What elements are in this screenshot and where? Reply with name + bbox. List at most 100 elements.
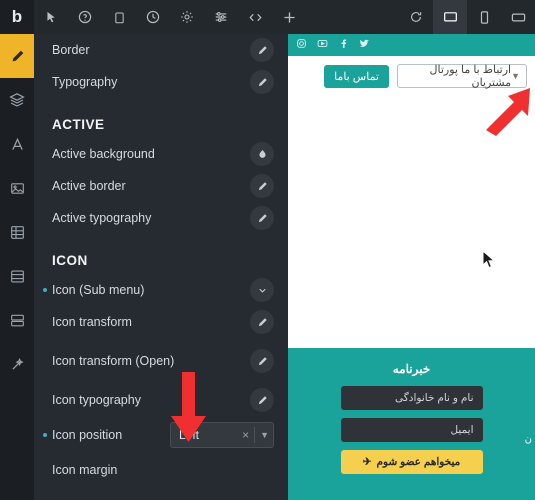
setting-row-typography[interactable]: Typography bbox=[34, 66, 288, 98]
email-placeholder: ایمیل bbox=[450, 424, 474, 436]
footer-icon bbox=[10, 270, 24, 283]
settings-panel[interactable]: Border Typography ACTIVE Active backgrou… bbox=[34, 34, 288, 500]
gear-icon bbox=[181, 11, 193, 23]
contact-button[interactable]: تماس باما bbox=[324, 64, 389, 88]
refresh-tool[interactable] bbox=[399, 0, 433, 34]
facebook-icon[interactable] bbox=[338, 36, 349, 54]
magic-wand-icon bbox=[11, 357, 24, 370]
plus-icon bbox=[283, 11, 295, 23]
newsletter-submit-label: میخواهم عضو شوم bbox=[376, 456, 461, 468]
clipboard-icon bbox=[114, 12, 124, 23]
image-tool[interactable] bbox=[0, 166, 34, 210]
modified-indicator-dot bbox=[43, 433, 47, 437]
preview-side-text: ن bbox=[524, 434, 532, 445]
pencil-icon[interactable] bbox=[250, 174, 274, 198]
cursor-select-tool[interactable] bbox=[34, 0, 68, 34]
setting-row-border[interactable]: Border bbox=[34, 34, 288, 66]
clear-icon[interactable]: × bbox=[237, 428, 254, 442]
droplet-icon[interactable] bbox=[250, 142, 274, 166]
setting-row-icon-transform[interactable]: Icon transform bbox=[34, 306, 288, 338]
newsletter-submit-button[interactable]: میخواهم عضو شوم ✈ bbox=[340, 450, 483, 474]
setting-row-icon-transform-open[interactable]: Icon transform (Open) bbox=[34, 338, 288, 384]
menu-select[interactable]: ▼ ارتباط با ما پورتال مشتریان bbox=[397, 64, 527, 89]
setting-row-active-background[interactable]: Active background bbox=[34, 138, 288, 170]
add-tool[interactable] bbox=[272, 0, 306, 34]
chevron-down-icon[interactable]: ▼ bbox=[255, 430, 269, 440]
section-header-icon: ICON bbox=[52, 253, 88, 268]
setting-row-active-typography[interactable]: Active typography bbox=[34, 202, 288, 234]
effects-tool[interactable] bbox=[0, 342, 34, 386]
preview-social-bar bbox=[288, 34, 535, 56]
pointer-icon bbox=[46, 11, 55, 22]
gallery-icon bbox=[10, 314, 24, 326]
image-icon bbox=[10, 182, 24, 194]
fullname-field[interactable]: نام و نام خانوادگی bbox=[340, 386, 483, 410]
setting-row-icon-margin[interactable]: Icon margin bbox=[34, 454, 288, 486]
instagram-icon[interactable] bbox=[296, 36, 307, 54]
edit-tool[interactable] bbox=[0, 34, 34, 78]
pencil-icon[interactable] bbox=[250, 70, 274, 94]
sliders-icon bbox=[215, 12, 227, 22]
letter-a-icon bbox=[11, 137, 23, 150]
row-label: Icon position bbox=[52, 427, 123, 442]
setting-row-icon-position[interactable]: Icon position Left × ▼ bbox=[34, 416, 288, 454]
footer-tool[interactable] bbox=[0, 254, 34, 298]
mobile-view[interactable] bbox=[467, 0, 501, 34]
adjust-tool[interactable] bbox=[204, 0, 238, 34]
layers-icon bbox=[9, 93, 25, 107]
chevron-down-icon: ▼ bbox=[511, 71, 520, 81]
setting-row-active-border[interactable]: Active border bbox=[34, 170, 288, 202]
setting-row-icon-typography[interactable]: Icon typography bbox=[34, 384, 288, 416]
history-tool[interactable] bbox=[136, 0, 170, 34]
row-label: Active typography bbox=[52, 210, 152, 225]
email-field[interactable]: ایمیل bbox=[340, 418, 483, 442]
row-label: Icon (Sub menu) bbox=[52, 282, 145, 297]
setting-row-icon-submenu[interactable]: Icon (Sub menu) bbox=[34, 274, 288, 306]
code-tool[interactable] bbox=[238, 0, 272, 34]
pencil-icon[interactable] bbox=[250, 310, 274, 334]
send-icon: ✈ bbox=[362, 456, 372, 468]
top-toolbar: b bbox=[0, 0, 535, 34]
clock-icon bbox=[146, 10, 160, 24]
tablet-landscape-view[interactable] bbox=[501, 0, 535, 34]
app-logo[interactable]: b bbox=[0, 0, 34, 34]
layers-tool[interactable] bbox=[0, 78, 34, 122]
row-label: Icon margin bbox=[52, 462, 118, 477]
modified-indicator-dot bbox=[43, 288, 47, 292]
mobile-icon bbox=[480, 10, 488, 24]
row-label: Border bbox=[52, 42, 90, 57]
fullname-placeholder: نام و نام خانوادگی bbox=[395, 392, 474, 404]
chevron-down-icon[interactable] bbox=[250, 278, 274, 302]
grid-icon bbox=[10, 225, 24, 239]
pencil-icon[interactable] bbox=[250, 388, 274, 412]
section-header-active: ACTIVE bbox=[52, 117, 105, 132]
code-icon bbox=[248, 13, 262, 21]
pencil-icon[interactable] bbox=[250, 206, 274, 230]
twitter-icon[interactable] bbox=[359, 36, 370, 54]
desktop-view[interactable] bbox=[433, 0, 467, 34]
typography-tool[interactable] bbox=[0, 122, 34, 166]
newsletter-title: خبرنامه bbox=[392, 362, 431, 376]
clipboard-tool[interactable] bbox=[102, 0, 136, 34]
settings-tool[interactable] bbox=[170, 0, 204, 34]
row-label: Icon typography bbox=[52, 392, 141, 407]
row-label: Active background bbox=[52, 146, 155, 161]
pencil-icon[interactable] bbox=[250, 38, 274, 62]
row-label: Active border bbox=[52, 178, 126, 193]
preview-newsletter-section: خبرنامه نام و نام خانوادگی ایمیل میخواهم… bbox=[288, 348, 535, 500]
row-label: Icon transform bbox=[52, 314, 132, 329]
tablet-landscape-icon bbox=[511, 13, 525, 21]
toolbar-right-tools bbox=[399, 0, 535, 34]
desktop-icon bbox=[443, 11, 457, 21]
gallery-tool[interactable] bbox=[0, 298, 34, 342]
row-label: Icon transform (Open) bbox=[52, 353, 175, 368]
help-tool[interactable] bbox=[68, 0, 102, 34]
grid-tool[interactable] bbox=[0, 210, 34, 254]
pencil-icon bbox=[12, 50, 23, 61]
row-label: Typography bbox=[52, 74, 118, 89]
refresh-icon bbox=[411, 12, 422, 22]
annotation-arrow-up-right bbox=[486, 88, 530, 136]
pencil-icon[interactable] bbox=[250, 349, 274, 373]
annotation-arrow-down bbox=[171, 372, 206, 442]
youtube-icon[interactable] bbox=[317, 36, 328, 54]
